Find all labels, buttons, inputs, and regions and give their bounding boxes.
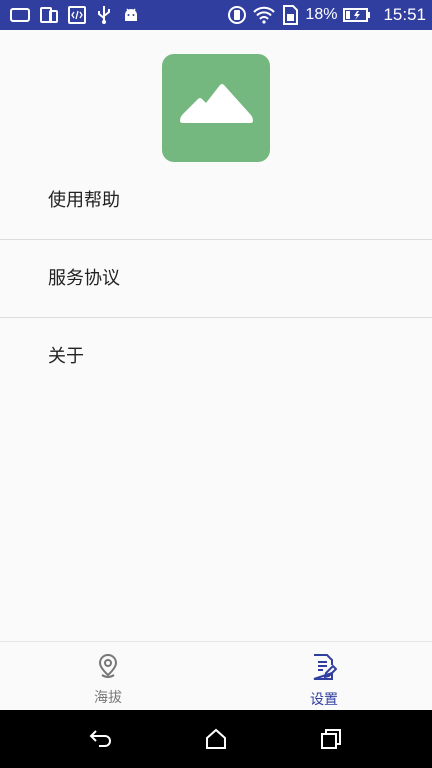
tablet-icon xyxy=(10,7,30,23)
menu-item-help-label: 使用帮助 xyxy=(48,190,120,211)
android-icon xyxy=(122,6,140,24)
tab-settings[interactable]: 设置 xyxy=(216,642,432,711)
home-icon[interactable] xyxy=(204,727,228,751)
settings-menu-list: 使用帮助 服务协议 关于 xyxy=(0,162,432,395)
system-navigation-bar xyxy=(0,710,432,768)
menu-item-about[interactable]: 关于 xyxy=(0,318,432,395)
code-icon xyxy=(68,6,86,24)
vibrate-icon xyxy=(227,5,247,25)
tab-altitude-label: 海拔 xyxy=(94,690,122,706)
battery-percent: 18% xyxy=(305,6,338,23)
back-icon[interactable] xyxy=(89,727,113,751)
status-bar-right: 18% 15:51 xyxy=(227,3,426,27)
status-bar-left-icons xyxy=(10,5,140,25)
sim-icon xyxy=(281,5,299,25)
battery-charging-icon xyxy=(343,7,371,23)
menu-item-service-agreement-label: 服务协议 xyxy=(48,268,120,289)
clock: 15:51 xyxy=(383,5,426,24)
tab-altitude[interactable]: 海拔 xyxy=(0,642,216,711)
menu-item-help[interactable]: 使用帮助 xyxy=(0,162,432,239)
menu-item-about-label: 关于 xyxy=(48,346,84,367)
document-edit-icon xyxy=(311,653,338,685)
app-logo xyxy=(162,54,270,162)
bottom-navigation: 海拔 设置 xyxy=(0,641,432,711)
menu-item-service-agreement[interactable]: 服务协议 xyxy=(0,240,432,317)
phone-tablet-icon xyxy=(40,6,58,24)
tab-settings-label: 设置 xyxy=(310,692,338,708)
status-bar: 18% 15:51 xyxy=(0,0,432,30)
wifi-icon xyxy=(253,6,276,24)
location-pin-icon xyxy=(96,653,120,683)
usb-icon xyxy=(96,5,112,25)
mountain-icon xyxy=(176,81,256,135)
recents-icon[interactable] xyxy=(319,727,343,751)
